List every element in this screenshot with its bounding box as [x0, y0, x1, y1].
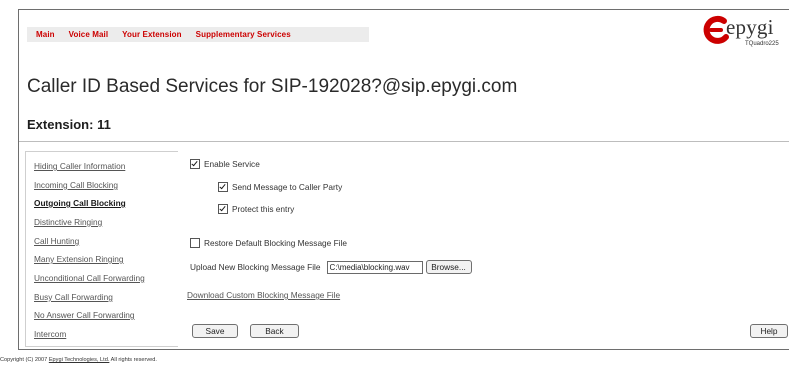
nav-supplementary-services[interactable]: Supplementary Services — [196, 30, 291, 39]
sidebar-item-unconditional-call-forwarding[interactable]: Unconditional Call Forwarding — [34, 273, 145, 283]
copyright-prefix: Copyright (C) 2007 — [0, 357, 48, 363]
sidebar: Hiding Caller Information Incoming Call … — [25, 151, 178, 347]
protect-entry-checkbox[interactable] — [218, 204, 228, 214]
enable-service-row[interactable]: Enable Service — [190, 159, 260, 169]
nav-main[interactable]: Main — [36, 30, 55, 39]
upload-row: Upload New Blocking Message File Browse.… — [190, 260, 472, 274]
save-button[interactable]: Save — [192, 324, 238, 338]
model-name: TQuadro225 — [745, 41, 779, 47]
sidebar-item-distinctive-ringing[interactable]: Distinctive Ringing — [34, 217, 102, 227]
back-button[interactable]: Back — [250, 324, 299, 338]
restore-default-label: Restore Default Blocking Message File — [204, 238, 347, 248]
sidebar-item-busy-call-forwarding[interactable]: Busy Call Forwarding — [34, 292, 113, 302]
send-message-label: Send Message to Caller Party — [232, 182, 343, 192]
nav-voice-mail[interactable]: Voice Mail — [69, 30, 109, 39]
sidebar-item-call-hunting[interactable]: Call Hunting — [34, 236, 79, 246]
nav-your-extension[interactable]: Your Extension — [122, 30, 181, 39]
epygi-logo: epygi TQuadro225 — [702, 13, 792, 53]
sidebar-item-many-extension-ringing[interactable]: Many Extension Ringing — [34, 254, 123, 264]
sidebar-item-outgoing-call-blocking[interactable]: Outgoing Call Blocking — [34, 198, 126, 208]
action-buttons: Save Back — [192, 324, 299, 338]
restore-default-row[interactable]: Restore Default Blocking Message File — [190, 238, 347, 248]
sidebar-item-incoming-call-blocking[interactable]: Incoming Call Blocking — [34, 180, 118, 190]
sidebar-item-no-answer-call-forwarding[interactable]: No Answer Call Forwarding — [34, 310, 135, 320]
help-button[interactable]: Help — [750, 324, 788, 338]
copyright-footer: Copyright (C) 2007 Epygi Technologies, L… — [0, 357, 157, 363]
enable-service-label: Enable Service — [204, 159, 260, 169]
main-panel: Hiding Caller Information Incoming Call … — [19, 141, 789, 349]
protect-entry-row[interactable]: Protect this entry — [218, 204, 294, 214]
protect-entry-label: Protect this entry — [232, 204, 295, 214]
upload-file-field[interactable] — [326, 260, 423, 274]
browse-button[interactable]: Browse... — [425, 260, 472, 274]
settings-form: Enable Service Send Message to Caller Pa… — [187, 142, 788, 349]
page-title: Caller ID Based Services for SIP-192028?… — [27, 76, 518, 97]
page-frame: Main Voice Mail Your Extension Supplemen… — [18, 9, 789, 350]
sidebar-item-intercom[interactable]: Intercom — [34, 329, 66, 339]
sidebar-item-hiding-caller-information[interactable]: Hiding Caller Information — [34, 161, 125, 171]
copyright-suffix: All rights reserved. — [110, 357, 157, 363]
extension-title: Extension: 11 — [27, 117, 111, 132]
top-navigation: Main Voice Mail Your Extension Supplemen… — [27, 27, 369, 42]
restore-default-checkbox[interactable] — [190, 238, 200, 248]
download-message-link[interactable]: Download Custom Blocking Message File — [187, 290, 340, 300]
upload-label: Upload New Blocking Message File — [190, 262, 321, 272]
enable-service-checkbox[interactable] — [190, 159, 200, 169]
logo-wordmark: epygi — [726, 15, 774, 39]
send-message-row[interactable]: Send Message to Caller Party — [218, 182, 342, 192]
send-message-checkbox[interactable] — [218, 182, 228, 192]
company-link[interactable]: Epygi Technologies, Ltd. — [49, 357, 110, 363]
